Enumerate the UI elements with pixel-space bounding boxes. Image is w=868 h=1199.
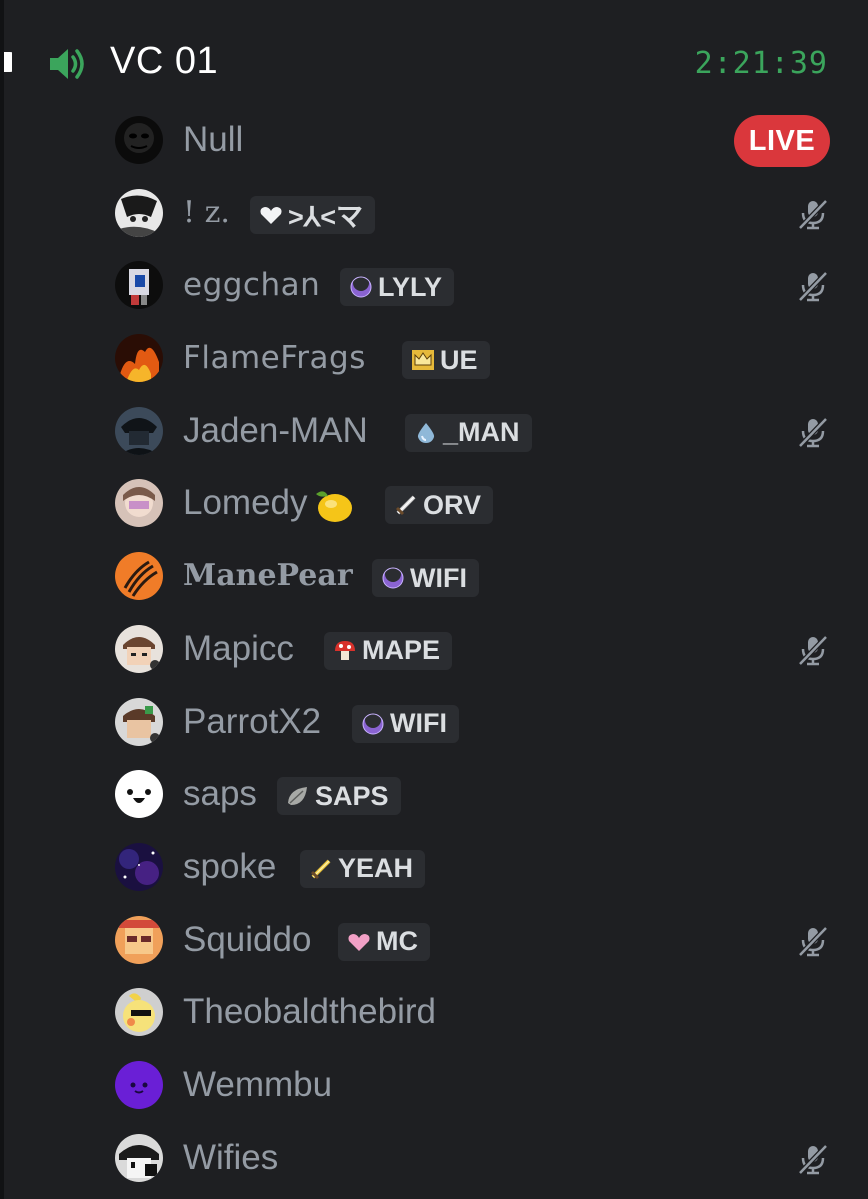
avatar[interactable] bbox=[115, 1133, 163, 1182]
username: Theobaldthebird bbox=[183, 992, 436, 1032]
voice-user-row[interactable]: Mapicc MAPE bbox=[0, 614, 868, 687]
username: Wifies bbox=[183, 1137, 279, 1177]
voice-user-row[interactable]: Wemmbu bbox=[0, 1050, 868, 1123]
server-tag-label: _MAN bbox=[443, 417, 520, 448]
username: FlameFrags bbox=[183, 340, 366, 377]
speaker-icon bbox=[46, 44, 90, 84]
server-tag[interactable]: ORV bbox=[385, 486, 494, 525]
server-tag-label: MAPE bbox=[362, 635, 441, 666]
avatar[interactable] bbox=[115, 842, 163, 891]
server-tag[interactable]: WIFI bbox=[352, 704, 459, 743]
server-tag-label: SAPS bbox=[315, 780, 389, 811]
username: ManePear bbox=[183, 558, 353, 594]
server-tag-label: UE bbox=[440, 344, 478, 375]
voice-user-row[interactable]: FlameFrags UE bbox=[0, 323, 868, 396]
server-tag-label: MC bbox=[376, 926, 418, 957]
username: Wemmbu bbox=[183, 1064, 333, 1104]
server-tag-label: LYLY bbox=[378, 271, 443, 302]
voice-user-list: Null LIVE ! z. >⅄<マ eggchan LYLY FlameFr… bbox=[0, 105, 868, 1195]
crown-icon bbox=[410, 347, 436, 373]
avatar[interactable] bbox=[115, 1060, 163, 1109]
server-tag[interactable]: MAPE bbox=[324, 631, 453, 670]
voice-channel-header[interactable]: VC 01 2:21:39 bbox=[0, 28, 868, 100]
username: Mapicc bbox=[183, 628, 294, 668]
live-badge[interactable]: LIVE bbox=[734, 115, 830, 167]
server-tag[interactable]: UE bbox=[402, 341, 490, 380]
avatar[interactable] bbox=[115, 261, 163, 310]
heart-icon bbox=[346, 929, 372, 955]
server-tag-label: WIFI bbox=[410, 562, 467, 593]
avatar[interactable] bbox=[115, 624, 163, 673]
voice-user-row[interactable]: ParrotX2 WIFI bbox=[0, 687, 868, 760]
moon-icon bbox=[348, 274, 374, 300]
avatar[interactable] bbox=[115, 406, 163, 455]
voice-user-row[interactable]: Lomedy ORV bbox=[0, 468, 868, 541]
username: ParrotX2 bbox=[183, 701, 322, 741]
voice-user-row[interactable]: Theobaldthebird bbox=[0, 977, 868, 1050]
muted-mic-icon bbox=[796, 633, 830, 667]
voice-user-row[interactable]: spoke YEAH bbox=[0, 832, 868, 905]
sword-icon bbox=[308, 856, 334, 882]
username: saps bbox=[183, 774, 257, 814]
voice-user-row[interactable]: eggchan LYLY bbox=[0, 250, 868, 323]
username-text: Lomedy bbox=[183, 483, 308, 523]
avatar[interactable] bbox=[115, 116, 163, 164]
channel-name: VC 01 bbox=[110, 40, 219, 82]
moon-icon bbox=[360, 711, 386, 737]
muted-mic-icon bbox=[796, 924, 830, 958]
avatar[interactable] bbox=[115, 988, 163, 1037]
voice-user-row[interactable]: ! z. >⅄<マ bbox=[0, 178, 868, 251]
avatar[interactable] bbox=[115, 697, 163, 746]
voice-user-row[interactable]: Squiddo MC bbox=[0, 905, 868, 978]
muted-mic-icon bbox=[796, 1142, 830, 1176]
username: ! z. bbox=[183, 194, 230, 230]
server-tag-label: ORV bbox=[423, 489, 482, 520]
username: spoke bbox=[183, 846, 277, 886]
server-tag[interactable]: >⅄<マ bbox=[250, 195, 376, 234]
leaf-icon bbox=[285, 783, 311, 809]
server-tag-label: >⅄<マ bbox=[288, 202, 364, 233]
sword-icon bbox=[393, 492, 419, 518]
avatar[interactable] bbox=[115, 915, 163, 964]
server-tag-label: WIFI bbox=[390, 708, 447, 738]
avatar[interactable] bbox=[115, 188, 163, 237]
username: eggchan bbox=[183, 267, 321, 304]
mushroom-icon bbox=[332, 638, 358, 664]
voice-user-row[interactable]: Null LIVE bbox=[0, 105, 868, 178]
lemon-icon bbox=[310, 484, 356, 526]
avatar[interactable] bbox=[115, 479, 163, 528]
muted-mic-icon bbox=[796, 415, 830, 449]
avatar[interactable] bbox=[115, 552, 163, 601]
voice-user-row[interactable]: ManePear WIFI bbox=[0, 541, 868, 614]
username: Lomedy bbox=[183, 482, 356, 526]
voice-user-row[interactable]: Wifies bbox=[0, 1123, 868, 1196]
server-tag[interactable]: _MAN bbox=[405, 413, 532, 452]
avatar[interactable] bbox=[115, 334, 163, 383]
username: Squiddo bbox=[183, 919, 312, 959]
muted-mic-icon bbox=[796, 197, 830, 231]
voice-user-row[interactable]: saps SAPS bbox=[0, 759, 868, 832]
muted-mic-icon bbox=[796, 269, 830, 303]
server-tag[interactable]: SAPS bbox=[277, 777, 401, 816]
moon-icon bbox=[380, 565, 406, 591]
server-tag[interactable]: WIFI bbox=[372, 559, 479, 598]
username: Jaden-MAN bbox=[183, 410, 368, 450]
avatar[interactable] bbox=[115, 770, 163, 819]
heart-icon bbox=[258, 202, 284, 228]
server-tag[interactable]: MC bbox=[338, 922, 430, 961]
call-duration-timer: 2:21:39 bbox=[694, 46, 828, 81]
username: Null bbox=[183, 120, 244, 159]
server-tag[interactable]: YEAH bbox=[300, 849, 426, 888]
server-tag[interactable]: LYLY bbox=[340, 268, 455, 307]
server-tag-label: YEAH bbox=[338, 853, 414, 884]
droplet-icon bbox=[413, 420, 439, 446]
voice-user-row[interactable]: Jaden-MAN _MAN bbox=[0, 396, 868, 469]
